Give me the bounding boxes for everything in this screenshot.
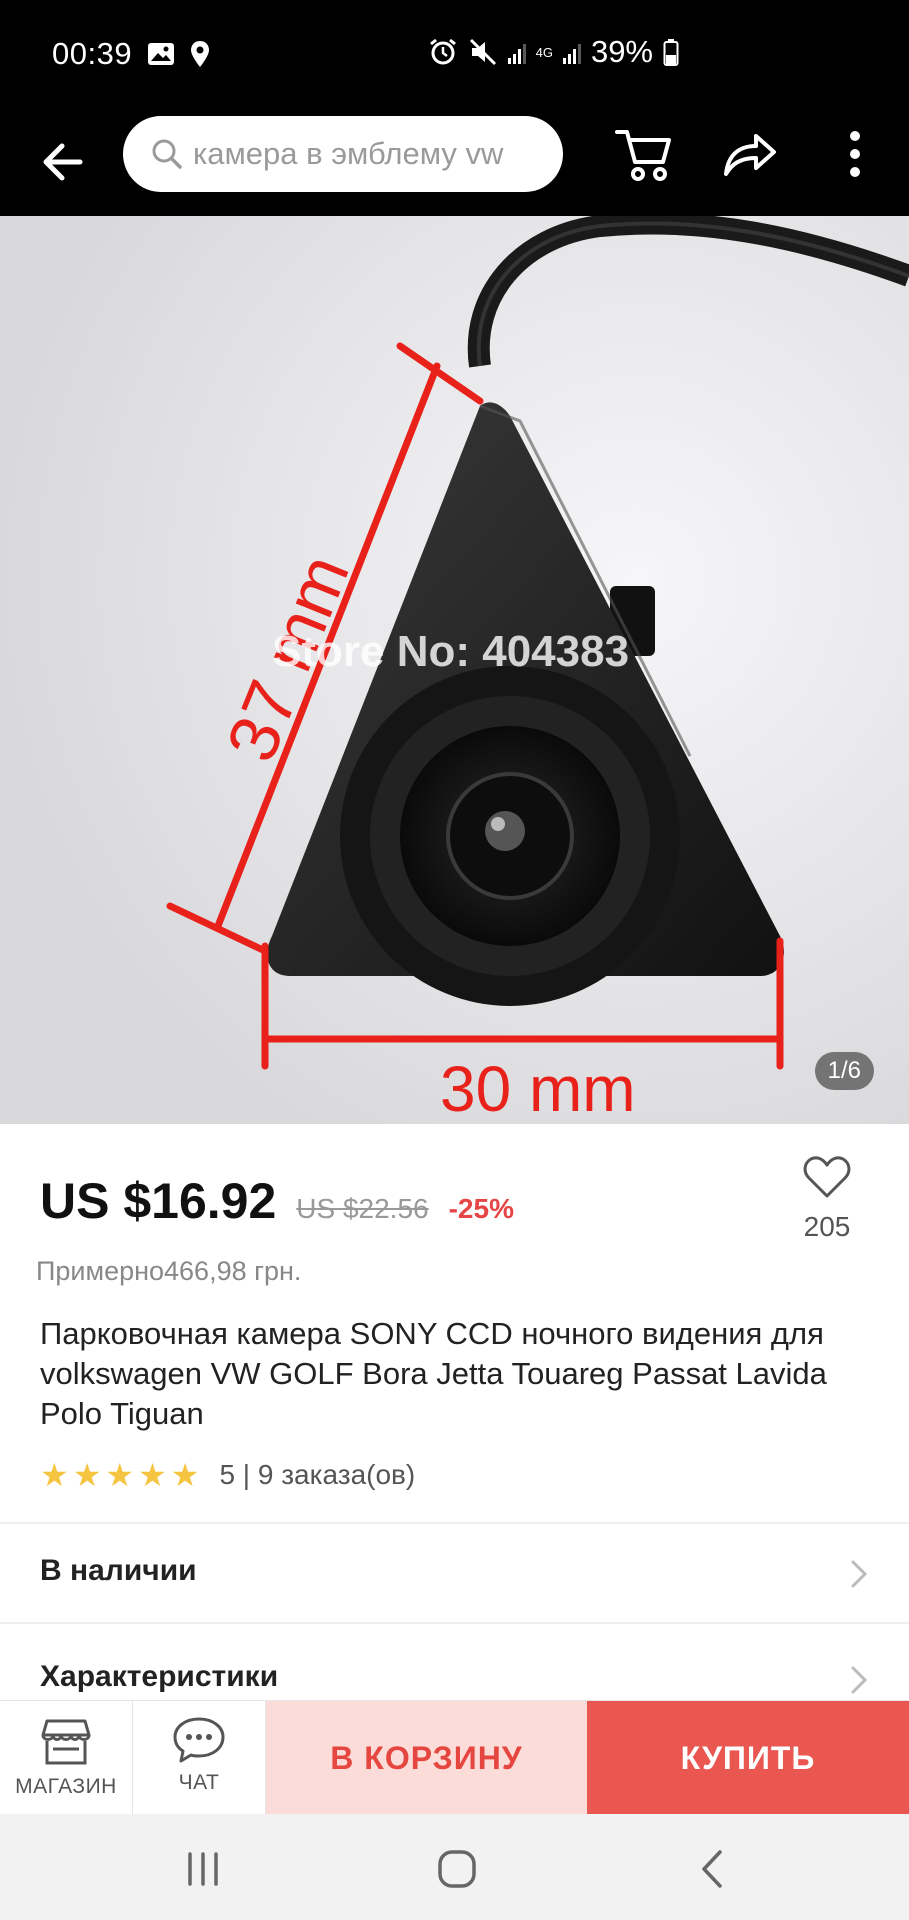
chat-icon	[173, 1717, 225, 1763]
search-input[interactable]: камера в эмблему vw	[123, 116, 563, 192]
price-row: US $16.92 US $22.56 -25%	[40, 1172, 514, 1230]
back-arrow-icon[interactable]	[40, 134, 90, 190]
availability-row[interactable]: В наличии	[0, 1524, 909, 1622]
rating-row[interactable]: ★ ★ ★ ★ ★ 5 | 9 заказа(ов)	[40, 1456, 415, 1494]
rating-orders-text: 5 | 9 заказа(ов)	[219, 1459, 416, 1490]
home-icon[interactable]	[432, 1844, 482, 1894]
discount-badge: -25%	[448, 1193, 514, 1224]
divider	[0, 1622, 909, 1624]
approx-price: Примерно466,98 грн.	[36, 1256, 302, 1286]
status-left-icons	[147, 40, 211, 68]
store-label: МАГАЗИН	[15, 1775, 117, 1798]
battery-percent: 39%	[590, 34, 653, 69]
status-time: 00:39	[52, 36, 133, 71]
mute-icon	[469, 38, 496, 66]
status-right-icons: 4G 39%	[428, 34, 679, 70]
cart-icon[interactable]	[613, 124, 677, 184]
product-image: 37 mm 30 mm Store No: 404383	[0, 216, 909, 1124]
product-title: Парковочная камера SONY CCD ночного виде…	[40, 1316, 827, 1431]
top-nav: камера в эмблему vw	[0, 110, 909, 216]
image-counter: 1/6	[814, 1052, 874, 1090]
system-nav-bar	[0, 1814, 909, 1920]
product-image-carousel[interactable]: 37 mm 30 mm Store No: 404383 1/6	[0, 216, 909, 1124]
heart-icon	[803, 1156, 851, 1198]
chevron-right-icon	[851, 1666, 868, 1694]
network-type: 4G	[535, 44, 553, 60]
chevron-right-icon	[851, 1560, 868, 1588]
status-bar: 00:39 4G 39%	[0, 0, 909, 110]
store-button[interactable]: МАГАЗИН	[0, 1701, 133, 1815]
signal-2-icon	[562, 40, 581, 64]
store-icon	[41, 1719, 91, 1765]
search-placeholder: камера в эмблему vw	[193, 136, 504, 171]
location-icon	[191, 41, 209, 67]
specs-label: Характеристики	[40, 1660, 279, 1693]
chat-label: ЧАТ	[178, 1771, 220, 1794]
star-icon: ★	[170, 1457, 200, 1493]
recent-apps-icon[interactable]	[178, 1844, 228, 1894]
star-icon: ★	[72, 1457, 102, 1493]
gallery-icon	[148, 43, 174, 65]
current-price: US $16.92	[40, 1173, 277, 1229]
star-icon: ★	[105, 1457, 135, 1493]
star-icon: ★	[138, 1457, 167, 1493]
star-icon: ★	[40, 1457, 69, 1493]
battery-icon	[663, 39, 679, 66]
search-icon	[152, 139, 182, 169]
signal-1-icon	[507, 40, 526, 64]
buy-now-button[interactable]: КУПИТЬ	[587, 1701, 909, 1815]
availability-label: В наличии	[40, 1554, 197, 1587]
share-icon[interactable]	[720, 124, 780, 184]
alarm-icon	[429, 38, 456, 65]
store-watermark: Store No: 404383	[272, 627, 629, 676]
dimension-width-label: 30 mm	[440, 1053, 636, 1124]
wishlist-count: 205	[803, 1211, 851, 1242]
add-to-cart-button[interactable]: В КОРЗИНУ	[266, 1701, 587, 1815]
wishlist-button[interactable]: 205	[797, 1154, 857, 1243]
more-icon[interactable]	[840, 124, 870, 184]
old-price: US $22.56	[296, 1193, 429, 1224]
chat-button[interactable]: ЧАТ	[133, 1701, 266, 1815]
action-bar: МАГАЗИН ЧАТ В КОРЗИНУ КУПИТЬ	[0, 1700, 909, 1815]
system-back-icon[interactable]	[688, 1844, 738, 1894]
